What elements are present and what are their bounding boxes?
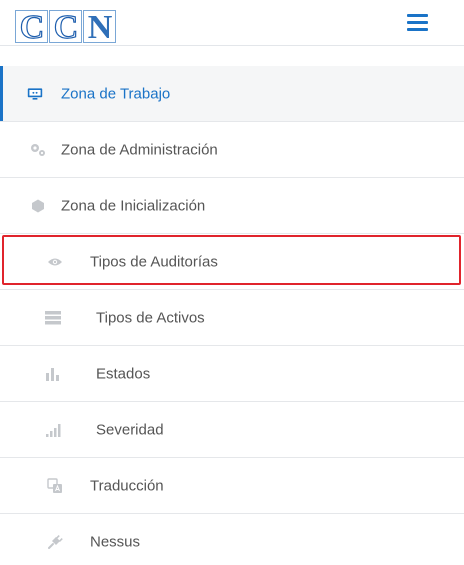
sidebar-menu: Zona de Trabajo Zona de Administración Z… <box>0 66 464 565</box>
menu-item-label: Zona de Administración <box>61 141 218 158</box>
menu-item-nessus[interactable]: Nessus <box>0 514 464 565</box>
menu-item-label: Severidad <box>96 421 164 438</box>
menu-item-label: Nessus <box>90 533 141 550</box>
gears-icon <box>30 142 46 158</box>
menu-item-label: Estados <box>96 365 151 382</box>
top-bar: C C N <box>0 0 464 46</box>
menu-item-tipos-de-activos[interactable]: Tipos de Activos <box>0 290 464 346</box>
signal-icon <box>45 422 61 438</box>
hexagon-icon <box>30 198 46 214</box>
translate-icon <box>47 477 63 494</box>
menu-item-zona-de-administracion[interactable]: Zona de Administración <box>0 122 464 178</box>
menu-item-label: Tipos de Auditorías <box>90 253 218 270</box>
menu-item-label: Zona de Trabajo <box>61 85 171 102</box>
bar-chart-icon <box>45 366 61 382</box>
menu-item-label: Zona de Inicialización <box>61 197 206 214</box>
menu-item-label: Traducción <box>90 477 164 494</box>
monitor-icon <box>27 86 43 102</box>
plug-icon <box>47 534 63 550</box>
menu-item-zona-de-trabajo[interactable]: Zona de Trabajo <box>0 66 464 122</box>
menu-item-estados[interactable]: Estados <box>0 346 464 402</box>
menu-item-tipos-de-auditorias[interactable]: Tipos de Auditorías <box>0 234 464 290</box>
ccn-logo[interactable]: C C N <box>15 10 117 45</box>
menu-item-zona-de-inicializacion[interactable]: Zona de Inicialización <box>0 178 464 234</box>
menu-item-severidad[interactable]: Severidad <box>0 402 464 458</box>
eye-icon <box>47 254 63 270</box>
server-icon <box>45 310 61 326</box>
menu-item-traduccion[interactable]: Traducción <box>0 458 464 514</box>
hamburger-menu-icon[interactable] <box>407 14 428 31</box>
menu-item-label: Tipos de Activos <box>96 309 205 326</box>
